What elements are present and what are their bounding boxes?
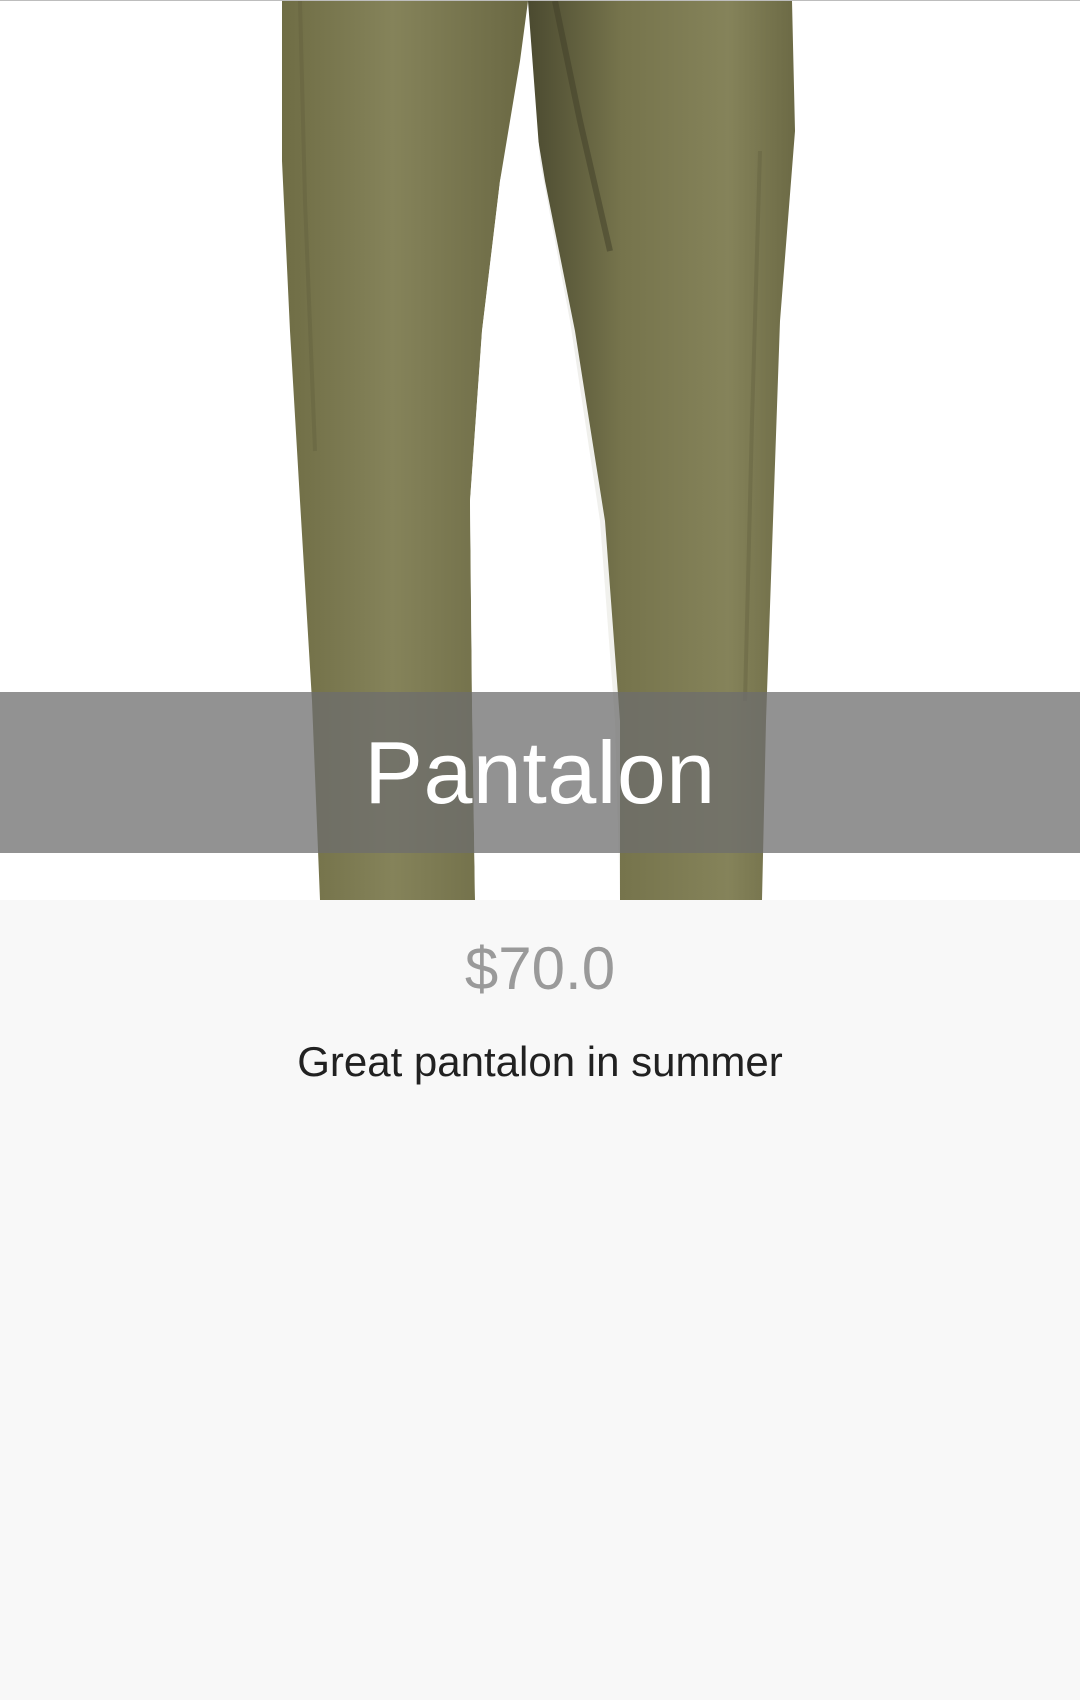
title-overlay: Pantalon xyxy=(0,692,1080,853)
product-image: Pantalon xyxy=(0,1,1080,900)
product-description: Great pantalon in summer xyxy=(297,1038,783,1085)
product-detail-screen: Pantalon $70.0 Great pantalon in summer xyxy=(0,0,1080,1700)
product-info: $70.0 Great pantalon in summer xyxy=(0,901,1080,1083)
product-title: Pantalon xyxy=(364,722,716,822)
product-price: $70.0 xyxy=(464,935,616,1002)
